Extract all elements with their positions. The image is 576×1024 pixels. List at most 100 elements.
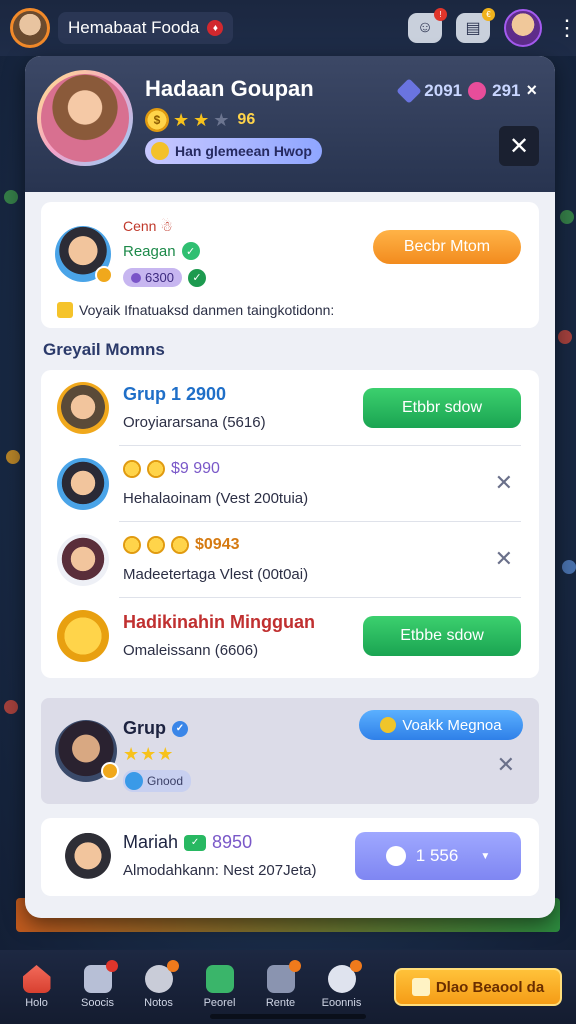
list-item-value: $9 990	[171, 460, 220, 477]
chevron-down-icon: ▼	[480, 850, 491, 862]
nav-item-home[interactable]: Holo	[6, 965, 67, 1009]
nav-label: Rente	[265, 997, 296, 1009]
nav-item-notes[interactable]: Notos	[128, 960, 189, 1009]
stats-close-icon[interactable]: ×	[526, 80, 537, 101]
coin-icon	[147, 460, 165, 478]
list-item[interactable]: $0943 Madeetertaga Vlest (00t0ai) ✕	[41, 522, 539, 598]
profile-stats: 2091 291 ×	[396, 77, 537, 104]
globe-icon	[125, 772, 143, 790]
user-action-button[interactable]: 1 556 ▼	[355, 832, 521, 880]
nav-item-ranks[interactable]: Rente	[250, 960, 311, 1009]
bg-decoration	[560, 210, 574, 224]
group-avatar	[55, 720, 119, 782]
badge-icon	[151, 142, 169, 160]
invite-name: Reagan	[123, 242, 176, 260]
coin-badge-icon	[57, 610, 109, 662]
nav-item-social[interactable]: Soocis	[67, 960, 128, 1009]
trophy-icon	[266, 960, 301, 993]
group-panel: Hadaan Goupan $ ★ ★ ★ 96 Han glemeean Hw…	[25, 56, 555, 918]
profile-avatar-large	[37, 70, 133, 166]
shop-button[interactable]: ▤ €	[456, 8, 495, 43]
points-pill: 6300	[123, 268, 182, 287]
list-item[interactable]: $9 990 Hehalaoinam (Vest 200tuia) ✕	[41, 446, 539, 522]
list-item-title: Hadikinahin Mingguan	[123, 612, 315, 632]
profile-avatar[interactable]	[504, 9, 542, 47]
nav-item-events[interactable]: Eoonnis	[311, 960, 372, 1009]
user-card[interactable]: Mariah ✓ 8950 Almodahkann: Nest 207Jeta)…	[41, 818, 539, 896]
star-icon: ★	[193, 109, 210, 130]
notes-icon	[144, 960, 179, 993]
heart-count: 291	[492, 80, 521, 100]
notification-badge	[288, 960, 301, 972]
verified-icon: ✓	[181, 242, 200, 260]
list-item-title: $9 990	[123, 460, 220, 478]
verified-icon: ✓	[172, 720, 188, 737]
list-item[interactable]: Hadikinahin Mingguan Omaleissann (6606) …	[41, 598, 539, 674]
invite-card: Cenn ☃ Reagan ✓ 6300 ✓ Becbr Mtom Voyaik…	[41, 202, 539, 328]
group-card[interactable]: Grup ✓ ★★★ Gnood Voakk Megnoa ✕	[41, 698, 539, 804]
group-action-button[interactable]: Voakk Megnoa	[359, 710, 523, 740]
star-empty-icon: ★	[213, 109, 230, 130]
points-value: 6300	[145, 270, 174, 285]
dismiss-icon[interactable]: ✕	[495, 470, 513, 496]
list-item-subtitle: Madeetertaga Vlest (00t0ai)	[123, 566, 309, 583]
nav-label: Notos	[144, 997, 173, 1009]
member-avatar	[57, 458, 109, 510]
ticket-icon	[411, 978, 430, 996]
bg-decoration	[4, 190, 18, 204]
promo-label: Dlao Beaool da	[435, 978, 545, 996]
nav-item-feed[interactable]: Peorel	[189, 965, 250, 1009]
bg-decoration	[562, 560, 576, 574]
check-icon: ✓	[187, 268, 206, 287]
invite-note: Voyaik Ifnatuaksd danmen taingkotidonn:	[57, 302, 334, 318]
user-name: Mariah	[123, 832, 179, 852]
profile-rating: $ ★ ★ ★ 96	[145, 108, 255, 132]
profile-chip[interactable]: Han glemeean Hwop	[145, 138, 322, 164]
join-button[interactable]: Etbbe sdow	[363, 616, 521, 656]
close-button[interactable]: ✕	[499, 126, 539, 166]
friends-icon: ☺	[416, 19, 434, 36]
join-button[interactable]: Etbbr sdow	[363, 388, 521, 428]
gem-icon	[131, 272, 141, 283]
user-avatar	[63, 828, 113, 886]
invite-action-button[interactable]: Becbr Mtom	[373, 230, 521, 264]
list-item-subtitle: Hehalaoinam (Vest 200tuia)	[123, 490, 309, 507]
player-avatar[interactable]	[10, 8, 50, 48]
notification-badge: !	[434, 8, 447, 21]
nav-label: Soocis	[80, 997, 115, 1009]
group-chip: Gnood	[123, 770, 192, 792]
user-score: 8950	[212, 832, 253, 852]
coin-icon	[123, 536, 141, 554]
more-menu-icon[interactable]: ⋮	[556, 17, 576, 39]
dismiss-icon[interactable]: ✕	[497, 752, 515, 778]
level-badge-icon	[95, 266, 113, 284]
gem-count: 2091	[424, 80, 463, 100]
home-indicator	[210, 1014, 366, 1019]
dismiss-icon[interactable]: ✕	[495, 546, 513, 572]
star-icon: ★	[173, 109, 190, 130]
currency-badge: €	[482, 8, 495, 21]
home-icon	[22, 965, 51, 993]
profile-level: 96	[237, 111, 256, 128]
invite-name-row: Reagan ✓	[123, 242, 200, 260]
bottom-nav: Holo Soocis Notos Peorel Rente Eoonnis D…	[0, 950, 576, 1024]
top-bar: Hemabaat Fooda ♦ ☺ ! ▤ € ⋮	[0, 0, 576, 56]
list-item-title: Grup 1 2900	[123, 384, 227, 404]
group-action-label: Voakk Megnoa	[402, 716, 502, 734]
list-item-subtitle: Oroyiararsana (5616)	[123, 414, 266, 431]
promo-button[interactable]: Dlao Beaool da	[394, 968, 562, 1006]
friends-button[interactable]: ☺ !	[408, 8, 447, 43]
notification-badge	[105, 960, 118, 972]
panel-header: Hadaan Goupan $ ★ ★ ★ 96 Han glemeean Hw…	[25, 56, 555, 192]
user-name-row: Mariah ✓ 8950	[123, 832, 252, 853]
gold-bar-icon	[171, 536, 189, 554]
bg-decoration	[6, 450, 20, 464]
member-avatar	[57, 534, 109, 586]
shop-icon: ▤	[465, 20, 481, 37]
section-title: Greyail Momns	[43, 340, 165, 359]
list-item[interactable]: Grup 1 2900 Oroyiararsana (5616) Etbbr s…	[41, 370, 539, 446]
heart-icon	[468, 81, 487, 100]
notification-badge	[166, 960, 179, 972]
invite-status: Cenn ☃	[123, 218, 173, 234]
list-item-value: $0943	[195, 536, 240, 553]
